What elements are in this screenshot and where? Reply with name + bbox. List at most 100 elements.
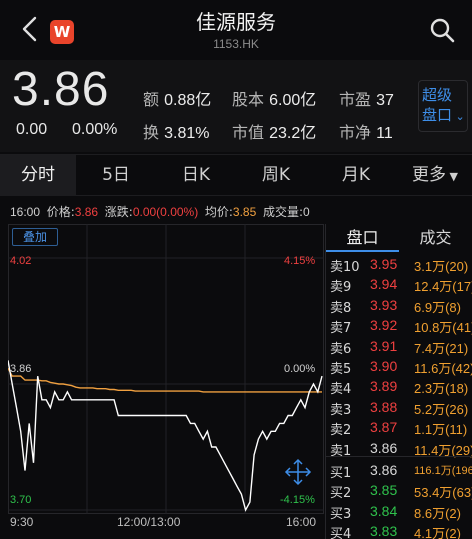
bid-row[interactable]: 买3 3.84 8.6万(2)	[330, 503, 472, 523]
pct-axis-low: -4.15%	[280, 494, 315, 506]
ask-row[interactable]: 卖6 3.91 7.4万(21)	[330, 338, 472, 358]
level-price: 3.86	[370, 462, 398, 478]
ask-row[interactable]: 卖4 3.89 2.3万(18)	[330, 378, 472, 398]
level-label: 卖4	[330, 382, 352, 398]
ask-row[interactable]: 卖8 3.93 6.9万(8)	[330, 297, 472, 317]
info-change-label: 涨跌:	[104, 205, 133, 219]
level-price: 3.95	[370, 256, 398, 272]
tab-daily-k[interactable]: 日K	[158, 155, 234, 196]
stat-pb: 市净 11	[339, 123, 393, 142]
overlay-button[interactable]: 叠加	[12, 228, 58, 246]
bid-ask-divider	[326, 456, 472, 457]
level-price: 3.89	[370, 378, 398, 395]
level-quantity: 5.2万(26)	[414, 401, 469, 417]
level-quantity: 12.4万(17)	[414, 279, 472, 295]
tab-orderbook[interactable]: 盘口	[326, 226, 399, 252]
last-price: 3.86	[12, 63, 110, 116]
ask-row[interactable]: 卖7 3.92 10.8万(41)	[330, 317, 472, 337]
level-quantity: 6.9万(8)	[414, 299, 461, 315]
info-time: 16:00	[10, 205, 41, 219]
y-axis-low: 3.70	[10, 494, 32, 506]
super-orderbook-label-1: 超级	[422, 86, 453, 104]
stat-amount: 额 0.88亿	[143, 90, 212, 109]
tab-5day[interactable]: 5日	[78, 155, 154, 196]
move-arrows-icon[interactable]	[284, 458, 312, 486]
level-label: 卖2	[330, 423, 352, 439]
level-price: 3.90	[370, 358, 398, 374]
level-quantity: 1.1万(11)	[414, 422, 468, 438]
level-price: 3.91	[370, 337, 398, 354]
chevron-down-icon: ⌄	[452, 110, 465, 123]
level-quantity: 53.4万(63)	[414, 485, 472, 501]
quote-panel: 3.86 0.00 0.00% 额 0.88亿 股本 6.00亿 市盈 37 换…	[0, 60, 472, 152]
chart-period-tabs: 分时 5日 日K 周K 月K 更多 ▼	[0, 154, 472, 196]
level-label: 卖8	[330, 300, 352, 316]
level-quantity: 8.6万(2)	[414, 505, 461, 521]
price-change: 0.00	[16, 121, 48, 138]
orderbook-tabs: 盘口 成交	[326, 226, 472, 252]
triangle-down-icon: ▼	[446, 170, 458, 183]
level-price: 3.92	[370, 317, 398, 334]
level-label: 卖9	[330, 280, 352, 296]
super-orderbook-button[interactable]: 超级 盘口 ⌄	[418, 80, 468, 132]
level-price: 3.88	[370, 398, 398, 415]
stat-shares: 股本 6.00亿	[232, 90, 317, 109]
level-price: 3.84	[370, 502, 398, 519]
average-price-line	[8, 367, 322, 393]
y-axis-high: 4.02	[10, 255, 32, 267]
intraday-chart[interactable]	[8, 224, 324, 514]
search-icon[interactable]	[428, 16, 456, 44]
level-price: 3.85	[370, 482, 398, 499]
x-label-open: 9:30	[10, 515, 34, 529]
level-quantity: 116.1万(196)	[414, 465, 472, 477]
x-label-close: 16:00	[286, 515, 317, 529]
tab-intraday[interactable]: 分时	[0, 155, 76, 196]
stat-pe: 市盈 37	[339, 90, 394, 109]
tab-weekly-k[interactable]: 周K	[238, 155, 314, 196]
stat-market-cap: 市值 23.2亿	[232, 123, 317, 142]
level-price: 3.94	[370, 276, 398, 293]
pct-axis-mid: 0.00%	[284, 363, 316, 375]
level-quantity: 10.8万(41)	[414, 320, 472, 336]
info-price-value: 3.86	[74, 205, 99, 219]
level-label: 卖5	[330, 362, 352, 377]
level-quantity: 11.6万(42)	[414, 361, 472, 376]
tab-trades[interactable]: 成交	[399, 226, 472, 252]
tab-more[interactable]: 更多 ▼	[398, 155, 472, 196]
chart-grid	[8, 224, 324, 514]
level-label: 买1	[330, 466, 352, 481]
level-label: 买2	[330, 486, 352, 502]
bid-row[interactable]: 买4 3.83 4.1万(2)	[330, 523, 472, 539]
price-change-percent: 0.00%	[72, 121, 118, 138]
info-volume-label: 成交量:	[262, 205, 303, 219]
crosshair-info: 16:00 价格:3.86 涨跌:0.00(0.00%) 均价:3.85 成交量…	[10, 203, 310, 220]
level-label: 买4	[330, 527, 352, 539]
ask-row[interactable]: 卖2 3.87 1.1万(11)	[330, 419, 472, 439]
ask-row[interactable]: 卖3 3.88 5.2万(26)	[330, 399, 472, 419]
level-price: 3.83	[370, 523, 398, 539]
y-axis-mid: 3.86	[10, 363, 32, 375]
bid-row[interactable]: 买2 3.85 53.4万(63)	[330, 482, 472, 502]
pct-axis-high: 4.15%	[284, 255, 316, 267]
stock-name: 佳源服务	[196, 10, 276, 34]
ask-row[interactable]: 卖9 3.94 12.4万(17)	[330, 276, 472, 296]
ask-row[interactable]: 卖10 3.95 3.1万(20)	[330, 256, 472, 276]
info-volume-value: 0	[303, 205, 310, 219]
level-quantity: 4.1万(2)	[414, 526, 461, 539]
tab-monthly-k[interactable]: 月K	[318, 155, 394, 196]
ask-row[interactable]: 卖5 3.90 11.6万(42)	[330, 358, 472, 378]
level-label: 卖7	[330, 321, 352, 337]
stock-code: 1153.HK	[213, 37, 259, 51]
level-quantity: 7.4万(21)	[414, 340, 469, 356]
super-orderbook-label-2: 盘口 ⌄	[422, 106, 465, 124]
info-avg-value: 3.85	[232, 205, 257, 219]
info-price-label: 价格:	[46, 205, 75, 219]
stat-turnover: 换 3.81%	[143, 123, 210, 142]
level-label: 卖10	[330, 260, 360, 275]
level-quantity: 2.3万(18)	[414, 381, 469, 397]
level-label: 买3	[330, 506, 352, 522]
bid-row[interactable]: 买1 3.86 116.1万(196)	[330, 462, 472, 482]
level-label: 卖6	[330, 341, 352, 357]
info-change-value: 0.00(0.00%)	[132, 205, 199, 219]
level-price: 3.87	[370, 419, 398, 436]
